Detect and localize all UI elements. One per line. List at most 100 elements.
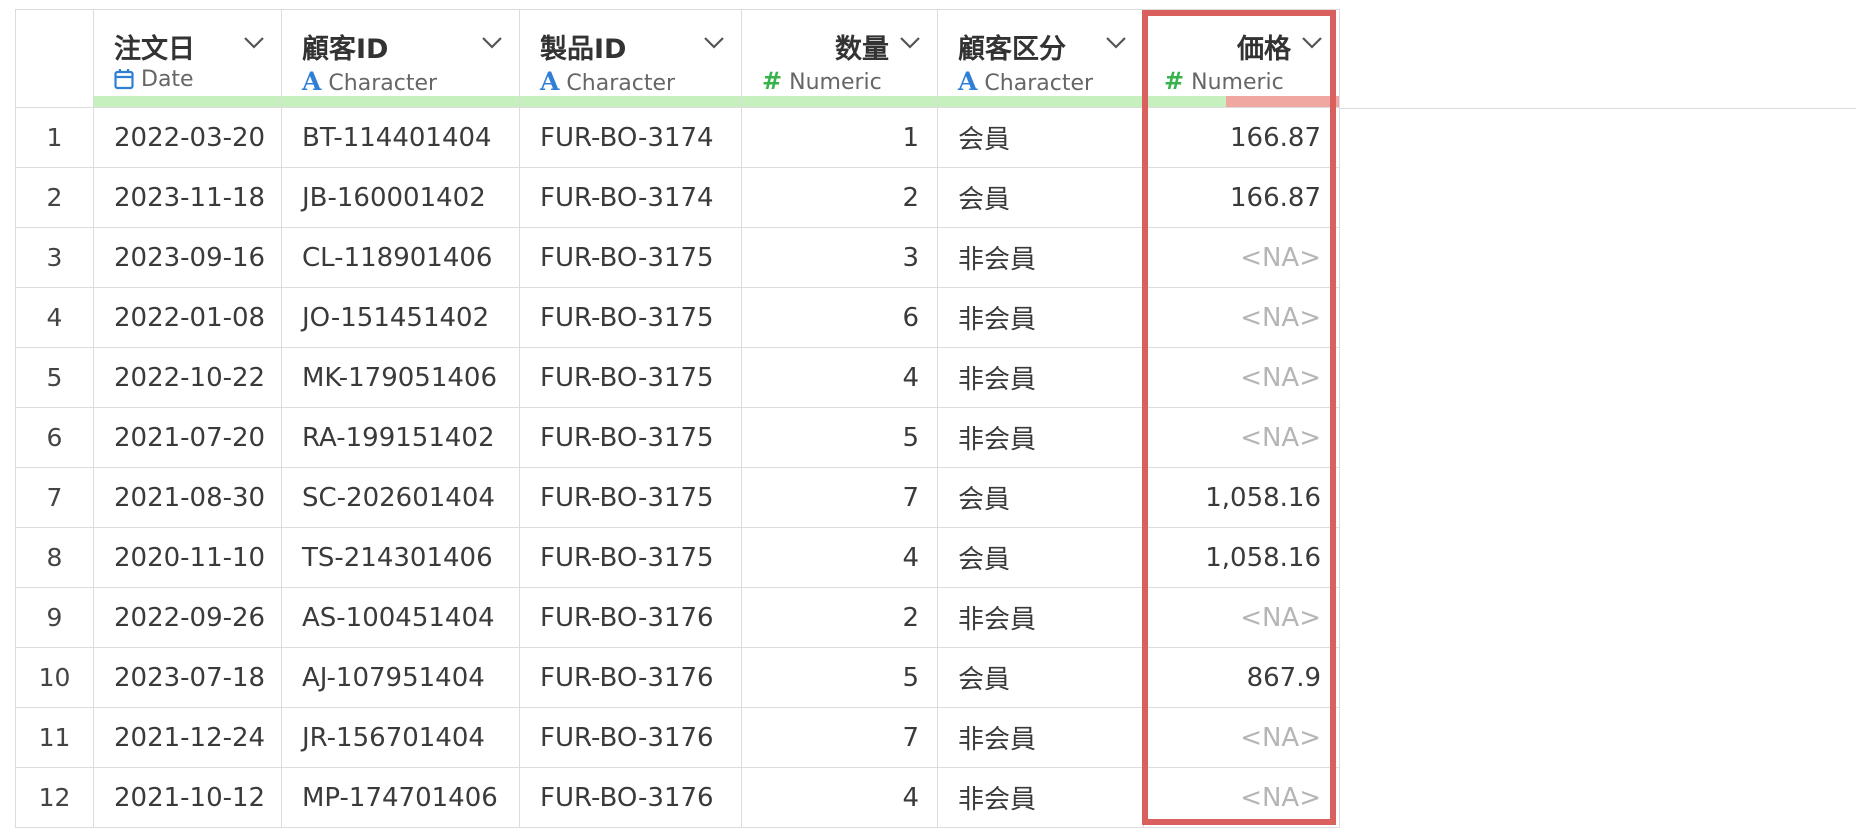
- cell-order-date[interactable]: 2021-10-12: [93, 767, 282, 828]
- data-quality-bar: [282, 96, 519, 107]
- cell-customer-segment[interactable]: 非会員: [937, 587, 1144, 648]
- cell-customer-id[interactable]: MP-174701406: [281, 767, 520, 828]
- cell-price[interactable]: 166.87: [1143, 107, 1340, 168]
- cell-quantity[interactable]: 2: [741, 167, 938, 228]
- cell-quantity[interactable]: 4: [741, 767, 938, 828]
- cell-product-id[interactable]: FUR-BO-3176: [519, 587, 742, 648]
- cell-customer-segment[interactable]: 会員: [937, 107, 1144, 168]
- cell-quantity[interactable]: 5: [741, 647, 938, 708]
- data-quality-bar: [520, 96, 741, 107]
- column-type-label: Numeric: [1191, 70, 1284, 95]
- cell-quantity[interactable]: 4: [741, 527, 938, 588]
- cell-customer-id[interactable]: BT-114401404: [281, 107, 520, 168]
- cell-product-id[interactable]: FUR-BO-3175: [519, 347, 742, 408]
- cell-order-date[interactable]: 2022-01-08: [93, 287, 282, 348]
- cell-price[interactable]: <NA>: [1143, 587, 1340, 648]
- cell-customer-segment[interactable]: 会員: [937, 647, 1144, 708]
- cell-quantity[interactable]: 2: [741, 587, 938, 648]
- chevron-down-icon[interactable]: [899, 36, 921, 50]
- row-number: 4: [15, 287, 94, 348]
- cell-quantity[interactable]: 5: [741, 407, 938, 468]
- cell-price[interactable]: <NA>: [1143, 767, 1340, 828]
- numeric-type-icon: #: [1164, 67, 1185, 95]
- cell-customer-id[interactable]: JB-160001402: [281, 167, 520, 228]
- cell-price[interactable]: <NA>: [1143, 287, 1340, 348]
- cell-product-id[interactable]: FUR-BO-3174: [519, 167, 742, 228]
- table-row: 5 2022-10-22 MK-179051406 FUR-BO-3175 4 非会員 <N…: [15, 347, 1341, 408]
- cell-customer-id[interactable]: SC-202601404: [281, 467, 520, 528]
- column-name: 注文日: [114, 34, 195, 65]
- column-header-customer-id[interactable]: 顧客ID A Character: [281, 9, 520, 108]
- cell-product-id[interactable]: FUR-BO-3175: [519, 407, 742, 468]
- cell-quantity[interactable]: 7: [741, 467, 938, 528]
- chevron-down-icon[interactable]: [703, 36, 725, 50]
- cell-customer-id[interactable]: CL-118901406: [281, 227, 520, 288]
- cell-price[interactable]: 166.87: [1143, 167, 1340, 228]
- cell-customer-segment[interactable]: 会員: [937, 467, 1144, 528]
- cell-order-date[interactable]: 2022-09-26: [93, 587, 282, 648]
- cell-customer-segment[interactable]: 非会員: [937, 767, 1144, 828]
- cell-customer-id[interactable]: AS-100451404: [281, 587, 520, 648]
- cell-customer-segment[interactable]: 非会員: [937, 227, 1144, 288]
- cell-price[interactable]: <NA>: [1143, 707, 1340, 768]
- cell-order-date[interactable]: 2022-03-20: [93, 107, 282, 168]
- cell-product-id[interactable]: FUR-BO-3175: [519, 227, 742, 288]
- cell-customer-id[interactable]: AJ-107951404: [281, 647, 520, 708]
- cell-price[interactable]: <NA>: [1143, 407, 1340, 468]
- cell-order-date[interactable]: 2023-07-18: [93, 647, 282, 708]
- column-header-price[interactable]: 価格 # Numeric: [1143, 9, 1340, 108]
- data-grid: 注文日 Date 顧客ID A Character 製品ID A Charact…: [15, 9, 1341, 828]
- chevron-down-icon[interactable]: [1301, 36, 1323, 50]
- table-row: 1 2022-03-20 BT-114401404 FUR-BO-3174 1 会員 166…: [15, 107, 1341, 168]
- column-header-product-id[interactable]: 製品ID A Character: [519, 9, 742, 108]
- cell-price[interactable]: 1,058.16: [1143, 467, 1340, 528]
- cell-order-date[interactable]: 2022-10-22: [93, 347, 282, 408]
- cell-customer-id[interactable]: TS-214301406: [281, 527, 520, 588]
- cell-order-date[interactable]: 2021-12-24: [93, 707, 282, 768]
- cell-customer-id[interactable]: MK-179051406: [281, 347, 520, 408]
- cell-product-id[interactable]: FUR-BO-3175: [519, 287, 742, 348]
- column-header-customer-segment[interactable]: 顧客区分 A Character: [937, 9, 1144, 108]
- row-number: 8: [15, 527, 94, 588]
- cell-order-date[interactable]: 2023-11-18: [93, 167, 282, 228]
- cell-product-id[interactable]: FUR-BO-3176: [519, 707, 742, 768]
- column-header-order-date[interactable]: 注文日 Date: [93, 9, 282, 108]
- cell-product-id[interactable]: FUR-BO-3175: [519, 527, 742, 588]
- cell-quantity[interactable]: 7: [741, 707, 938, 768]
- column-type-label: Character: [984, 71, 1094, 96]
- cell-customer-segment[interactable]: 非会員: [937, 287, 1144, 348]
- cell-order-date[interactable]: 2023-09-16: [93, 227, 282, 288]
- chevron-down-icon[interactable]: [1105, 36, 1127, 50]
- chevron-down-icon[interactable]: [481, 36, 503, 50]
- cell-product-id[interactable]: FUR-BO-3176: [519, 767, 742, 828]
- cell-customer-segment[interactable]: 会員: [937, 527, 1144, 588]
- cell-customer-segment[interactable]: 非会員: [937, 707, 1144, 768]
- cell-price[interactable]: 1,058.16: [1143, 527, 1340, 588]
- column-name: 顧客ID: [302, 34, 389, 65]
- calendar-icon: [114, 69, 134, 90]
- cell-quantity[interactable]: 4: [741, 347, 938, 408]
- cell-customer-segment[interactable]: 非会員: [937, 347, 1144, 408]
- cell-order-date[interactable]: 2020-11-10: [93, 527, 282, 588]
- cell-order-date[interactable]: 2021-08-30: [93, 467, 282, 528]
- cell-quantity[interactable]: 6: [741, 287, 938, 348]
- grid-divider: [1340, 108, 1856, 109]
- cell-price[interactable]: <NA>: [1143, 227, 1340, 288]
- cell-price[interactable]: <NA>: [1143, 347, 1340, 408]
- cell-product-id[interactable]: FUR-BO-3176: [519, 647, 742, 708]
- chevron-down-icon[interactable]: [243, 36, 265, 50]
- cell-customer-id[interactable]: RA-199151402: [281, 407, 520, 468]
- cell-product-id[interactable]: FUR-BO-3174: [519, 107, 742, 168]
- table-row: 8 2020-11-10 TS-214301406 FUR-BO-3175 4 会員 1,0…: [15, 527, 1341, 588]
- cell-price[interactable]: 867.9: [1143, 647, 1340, 708]
- cell-customer-segment[interactable]: 非会員: [937, 407, 1144, 468]
- row-number: 10: [15, 647, 94, 708]
- cell-quantity[interactable]: 3: [741, 227, 938, 288]
- column-header-quantity[interactable]: 数量 # Numeric: [741, 9, 938, 108]
- cell-quantity[interactable]: 1: [741, 107, 938, 168]
- cell-product-id[interactable]: FUR-BO-3175: [519, 467, 742, 528]
- cell-order-date[interactable]: 2021-07-20: [93, 407, 282, 468]
- cell-customer-id[interactable]: JR-156701404: [281, 707, 520, 768]
- cell-customer-id[interactable]: JO-151451402: [281, 287, 520, 348]
- cell-customer-segment[interactable]: 会員: [937, 167, 1144, 228]
